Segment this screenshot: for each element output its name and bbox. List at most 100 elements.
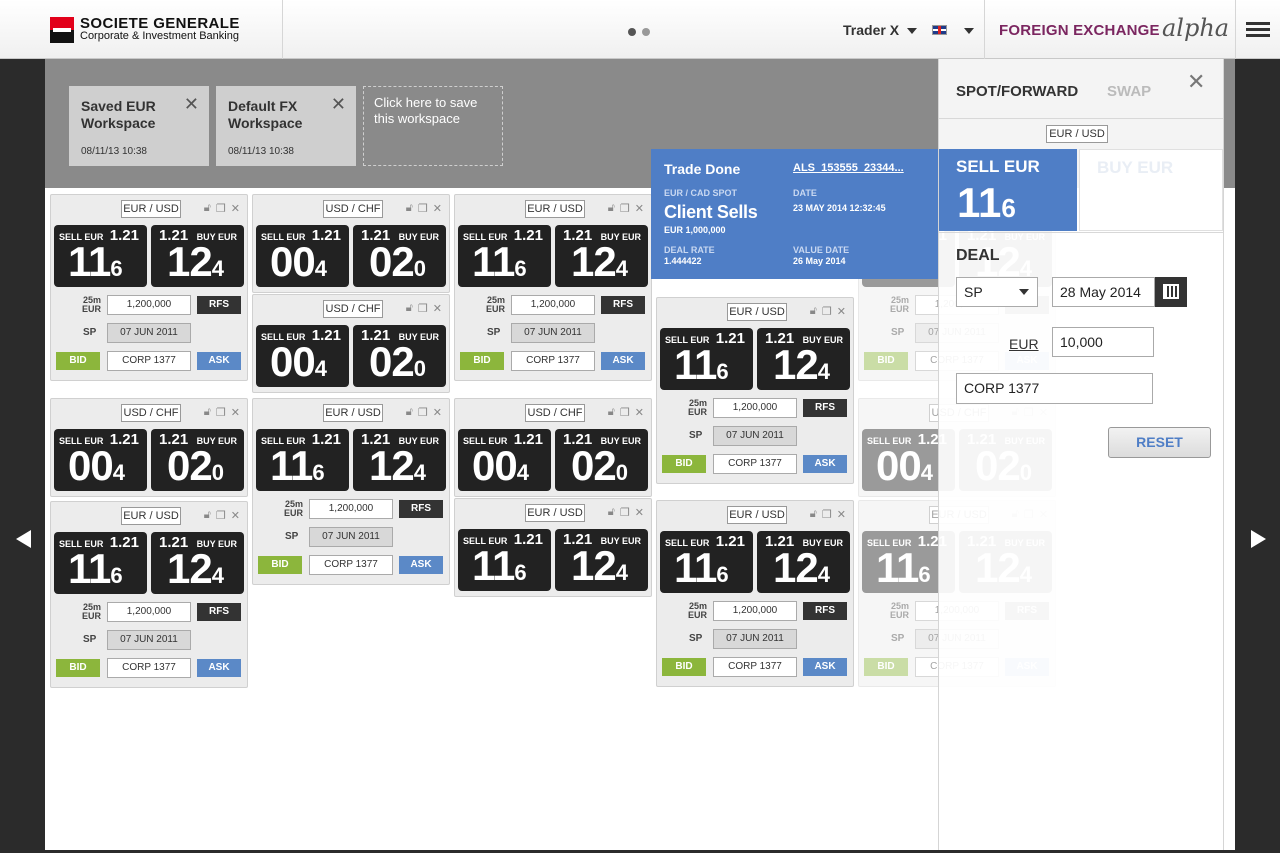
ask-button[interactable]: ASK <box>803 455 847 473</box>
unlock-icon[interactable]: 🔓︎ <box>810 305 817 318</box>
detach-icon[interactable]: ❐ <box>418 406 428 419</box>
close-icon[interactable]: ✕ <box>433 406 442 419</box>
unlock-icon[interactable]: 🔓︎ <box>204 202 211 215</box>
bid-button[interactable]: BID <box>662 455 706 473</box>
sell-quote-button[interactable]: SELL EUR 1.21 004 <box>458 429 551 491</box>
currency-pair[interactable]: EUR / USD <box>525 200 585 218</box>
account-input[interactable]: CORP 1377 <box>107 658 191 678</box>
sell-quote-button[interactable]: SELL EUR 1.21 116 <box>54 225 147 287</box>
unlock-icon[interactable]: 🔓︎ <box>204 406 211 419</box>
detach-icon[interactable]: ❐ <box>620 406 630 419</box>
sell-quote-button[interactable]: SELL EUR 1.21 004 <box>54 429 147 491</box>
value-date-field[interactable]: 07 JUN 2011 <box>511 323 595 343</box>
sell-quote-button[interactable]: SELL EUR 1.21 116 <box>660 328 753 390</box>
workspace-card-default-fx[interactable]: Default FX Workspace 08/11/13 10:38 ✕ <box>216 86 356 166</box>
currency-pair[interactable]: USD / CHF <box>323 300 383 318</box>
amount-input[interactable]: 1,200,000 <box>107 295 191 315</box>
ask-button[interactable]: ASK <box>197 352 241 370</box>
bid-button[interactable]: BID <box>56 352 100 370</box>
close-icon[interactable]: ✕ <box>231 406 240 419</box>
buy-quote-button[interactable]: 1.21 BUY EUR 020 <box>151 429 244 491</box>
close-icon[interactable]: ✕ <box>184 95 199 113</box>
fx-price-tile[interactable]: EUR / USD 🔓︎ ❐ ✕ SELL EUR 1.21 116 1.21 BU… <box>252 398 450 585</box>
reset-button[interactable]: RESET <box>1108 427 1211 458</box>
uk-flag-icon[interactable] <box>932 25 947 35</box>
amount-input[interactable]: 1,200,000 <box>107 602 191 622</box>
close-icon[interactable]: ✕ <box>635 406 644 419</box>
currency-pair[interactable]: USD / CHF <box>121 404 181 422</box>
buy-quote-button[interactable]: 1.21 BUY EUR 124 <box>757 531 850 593</box>
account-field[interactable]: CORP 1377 <box>956 373 1153 404</box>
detach-icon[interactable]: ❐ <box>216 202 226 215</box>
trader-dropdown[interactable]: Trader X <box>843 22 918 38</box>
save-workspace-button[interactable]: Click here to save this workspace <box>363 86 503 166</box>
detach-icon[interactable]: ❐ <box>620 202 630 215</box>
detach-icon[interactable]: ❐ <box>216 406 226 419</box>
unlock-icon[interactable]: 🔓︎ <box>406 302 413 315</box>
workspace-card-saved-eur[interactable]: Saved EUR Workspace 08/11/13 10:38 ✕ <box>69 86 209 166</box>
sell-quote-button[interactable]: SELL EUR 1.21 116 <box>660 531 753 593</box>
buy-quote-button[interactable]: 1.21 BUY EUR 020 <box>353 225 446 287</box>
bid-button[interactable]: BID <box>56 659 100 677</box>
value-date-field[interactable]: 07 JUN 2011 <box>713 629 797 649</box>
unlock-icon[interactable]: 🔓︎ <box>204 509 211 522</box>
buy-eur-button[interactable]: BUY EUR <box>1079 149 1223 231</box>
buy-quote-button[interactable]: 1.21 BUY EUR 124 <box>555 529 648 591</box>
account-input[interactable]: CORP 1377 <box>309 555 393 575</box>
detach-icon[interactable]: ❐ <box>418 202 428 215</box>
currency-toggle[interactable]: EUR <box>1009 336 1039 352</box>
rfs-button[interactable]: RFS <box>399 500 443 518</box>
buy-quote-button[interactable]: 1.21 BUY EUR 124 <box>151 532 244 594</box>
buy-quote-button[interactable]: 1.21 BUY EUR 124 <box>757 328 850 390</box>
societe-generale-logo[interactable]: SOCIETE GENERALE Corporate & Investment … <box>50 16 240 43</box>
currency-pair[interactable]: USD / CHF <box>323 200 383 218</box>
ask-button[interactable]: ASK <box>803 658 847 676</box>
currency-pair[interactable]: EUR / USD <box>727 303 787 321</box>
close-icon[interactable]: ✕ <box>331 95 346 113</box>
currency-pair[interactable]: EUR / USD <box>323 404 383 422</box>
detach-icon[interactable]: ❐ <box>418 302 428 315</box>
rfs-button[interactable]: RFS <box>803 399 847 417</box>
sell-quote-button[interactable]: SELL EUR 1.21 116 <box>54 532 147 594</box>
close-icon[interactable]: ✕ <box>1187 71 1205 93</box>
ask-button[interactable]: ASK <box>197 659 241 677</box>
rfs-button[interactable]: RFS <box>197 296 241 314</box>
sell-quote-button[interactable]: SELL EUR 1.21 004 <box>256 325 349 387</box>
fx-price-tile[interactable]: USD / CHF 🔓︎ ❐ ✕ SELL EUR 1.21 004 1.21 BU… <box>454 398 652 497</box>
sell-quote-button[interactable]: SELL EUR 1.21 116 <box>256 429 349 491</box>
value-date-field[interactable]: 07 JUN 2011 <box>107 323 191 343</box>
unlock-icon[interactable]: 🔓︎ <box>608 202 615 215</box>
detach-icon[interactable]: ❐ <box>216 509 226 522</box>
amount-field[interactable]: 10,000 <box>1052 327 1154 357</box>
unlock-icon[interactable]: 🔓︎ <box>406 202 413 215</box>
currency-pair[interactable]: EUR / USD <box>727 506 787 524</box>
unlock-icon[interactable]: 🔓︎ <box>608 406 615 419</box>
currency-pair[interactable]: EUR / USD <box>525 504 585 522</box>
detach-icon[interactable]: ❐ <box>822 305 832 318</box>
value-date-field[interactable]: 28 May 2014 <box>1052 277 1155 307</box>
fx-price-tile[interactable]: EUR / USD 🔓︎ ❐ ✕ SELL EUR 1.21 116 1.21 BU… <box>656 500 854 687</box>
trade-reference-link[interactable]: ALS_153555_23344... <box>793 162 904 174</box>
sell-quote-button[interactable]: SELL EUR 1.21 116 <box>458 529 551 591</box>
sell-eur-button[interactable]: SELL EUR 116 <box>939 149 1077 231</box>
fx-price-tile[interactable]: EUR / USD 🔓︎ ❐ ✕ SELL EUR 1.21 116 1.21 BU… <box>50 194 248 381</box>
fx-price-tile[interactable]: USD / CHF 🔓︎ ❐ ✕ SELL EUR 1.21 004 1.21 BU… <box>252 294 450 393</box>
buy-quote-button[interactable]: 1.21 BUY EUR 124 <box>151 225 244 287</box>
close-icon[interactable]: ✕ <box>231 202 240 215</box>
close-icon[interactable]: ✕ <box>635 202 644 215</box>
amount-input[interactable]: 1,200,000 <box>511 295 595 315</box>
unlock-icon[interactable]: 🔓︎ <box>810 508 817 521</box>
bid-button[interactable]: BID <box>864 658 908 676</box>
page-indicator[interactable] <box>628 28 650 36</box>
calendar-icon[interactable] <box>1155 277 1187 307</box>
bid-button[interactable]: BID <box>864 352 908 370</box>
fx-price-tile[interactable]: USD / CHF 🔓︎ ❐ ✕ SELL EUR 1.21 004 1.21 BU… <box>50 398 248 497</box>
sell-quote-button[interactable]: SELL EUR 1.21 004 <box>256 225 349 287</box>
rfs-button[interactable]: RFS <box>197 603 241 621</box>
unlock-icon[interactable]: 🔓︎ <box>608 506 615 519</box>
value-date-field[interactable]: 07 JUN 2011 <box>309 527 393 547</box>
amount-input[interactable]: 1,200,000 <box>713 398 797 418</box>
previous-page-arrow-icon[interactable] <box>16 530 31 548</box>
tab-swap[interactable]: SWAP <box>1107 83 1151 100</box>
currency-pair[interactable]: EUR / USD <box>1046 125 1108 143</box>
